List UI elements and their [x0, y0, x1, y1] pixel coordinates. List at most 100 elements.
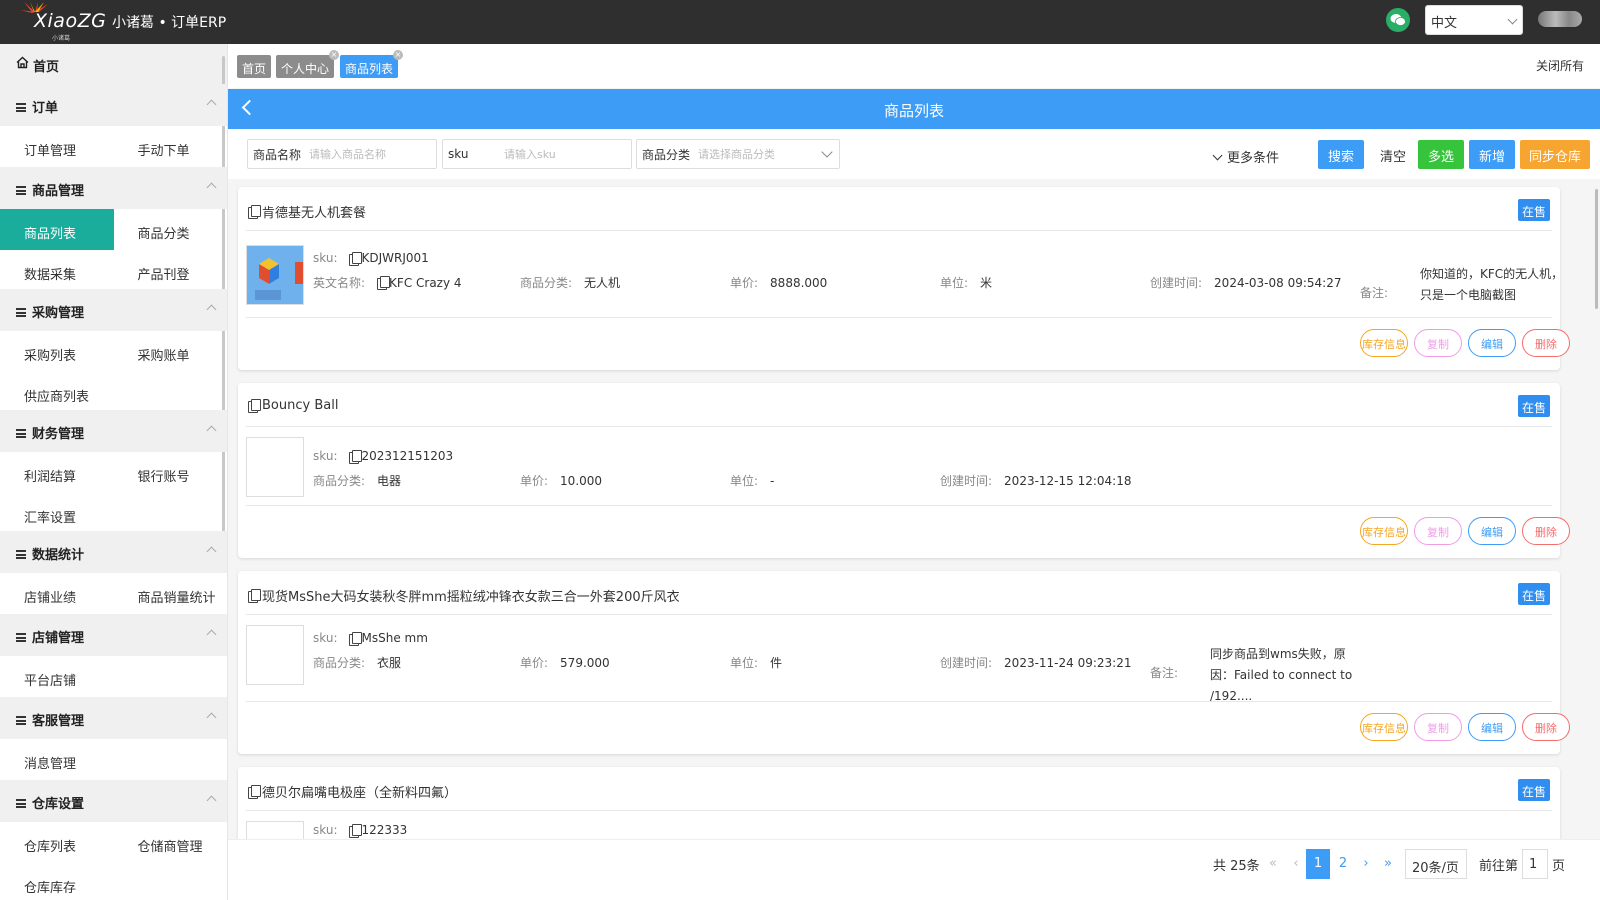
last-page-icon[interactable]: »: [1377, 849, 1399, 879]
close-icon[interactable]: ×: [393, 50, 404, 60]
sidebar-item-profit-settlement[interactable]: 利润结算: [0, 452, 114, 493]
tab-home[interactable]: 首页: [237, 55, 272, 78]
sku-field[interactable]: sku 请输入sku: [442, 139, 632, 169]
sidebar-group-orders[interactable]: 订单: [0, 84, 227, 126]
sidebar-group-products[interactable]: 商品管理: [0, 167, 227, 209]
sidebar-item-warehouse-inventory[interactable]: 仓库库存: [0, 863, 114, 900]
copy-icon[interactable]: [248, 205, 261, 219]
stock-info-button[interactable]: 库存信息: [1360, 713, 1408, 741]
sidebar-item-data-collection[interactable]: 数据采集: [0, 250, 114, 291]
chevron-up-icon: [206, 712, 217, 723]
product-name: Bouncy Ball: [262, 398, 339, 413]
product-image[interactable]: [246, 625, 304, 685]
first-page-icon[interactable]: «: [1262, 849, 1284, 879]
created-label: 创建时间:: [1150, 276, 1203, 290]
sidebar-group-customer-service[interactable]: 客服管理: [0, 697, 227, 739]
tab-profile[interactable]: 个人中心 ×: [276, 50, 340, 78]
sidebar-item-product-list[interactable]: 商品列表: [0, 209, 114, 250]
product-name-field[interactable]: 商品名称 请输入商品名称: [247, 139, 437, 169]
copy-button[interactable]: 复制: [1414, 329, 1462, 357]
search-button[interactable]: 搜索: [1318, 140, 1364, 169]
sidebar-item-manual-order[interactable]: 手动下单: [114, 126, 228, 167]
sidebar-item-home[interactable]: 首页: [0, 44, 227, 84]
tab-product-list[interactable]: 商品列表 ×: [340, 50, 404, 78]
delete-button[interactable]: 删除: [1522, 329, 1570, 357]
product-image[interactable]: [246, 821, 304, 839]
sidebar-item-product-category[interactable]: 商品分类: [114, 209, 228, 250]
copy-icon[interactable]: [349, 631, 363, 646]
copy-icon[interactable]: [248, 785, 261, 799]
delete-button[interactable]: 删除: [1522, 713, 1570, 741]
sidebar-item-store-performance[interactable]: 店铺业绩: [0, 573, 114, 614]
language-select[interactable]: 中文: [1425, 5, 1523, 35]
page-size-select[interactable]: 20条/页: [1405, 849, 1467, 879]
next-page-icon[interactable]: ›: [1355, 849, 1377, 879]
logo[interactable]: XiaoZG 小诸葛: [14, 0, 114, 44]
goto-page-input[interactable]: 1: [1522, 849, 1548, 879]
list-scrollbar[interactable]: [1595, 189, 1598, 309]
menu-icon: [16, 550, 26, 559]
copy-icon[interactable]: [349, 449, 363, 464]
group-label: 订单: [32, 101, 59, 116]
sidebar-item-purchase-list[interactable]: 采购列表: [0, 331, 114, 372]
sku-value: KDJWRJ001: [361, 251, 429, 265]
add-button[interactable]: 新增: [1469, 140, 1515, 169]
copy-icon[interactable]: [349, 823, 363, 838]
page-2[interactable]: 2: [1332, 849, 1354, 879]
sidebar-item-purchase-bills[interactable]: 采购账单: [114, 331, 228, 372]
multi-select-button[interactable]: 多选: [1418, 140, 1464, 169]
close-icon[interactable]: ×: [329, 50, 340, 60]
menu-icon: [16, 716, 26, 725]
sidebar-group-warehouse[interactable]: 仓库设置: [0, 780, 227, 822]
product-thumbnail: [247, 246, 303, 304]
sidebar-item-product-listing[interactable]: 产品刊登: [114, 250, 228, 291]
unit-label: 单位:: [730, 474, 759, 488]
back-icon[interactable]: [241, 99, 258, 116]
sidebar-item-order-management[interactable]: 订单管理: [0, 126, 114, 167]
sidebar-item-supplier-list[interactable]: 供应商列表: [0, 372, 200, 413]
product-image[interactable]: [246, 245, 304, 305]
clear-button[interactable]: 清空: [1370, 140, 1416, 169]
sidebar-item-exchange-rate[interactable]: 汇率设置: [0, 493, 114, 534]
sku-value: 122333: [361, 823, 408, 837]
menu-icon: [16, 103, 26, 112]
prev-page-icon[interactable]: ‹: [1285, 849, 1307, 879]
copy-icon[interactable]: [377, 276, 391, 290]
copy-button[interactable]: 复制: [1414, 713, 1462, 741]
sidebar-item-bank-account[interactable]: 银行账号: [114, 452, 228, 493]
wechat-icon[interactable]: [1386, 8, 1410, 32]
menu-icon: [16, 799, 26, 808]
sync-warehouse-button[interactable]: 同步仓库: [1520, 140, 1590, 169]
sidebar-item-messages[interactable]: 消息管理: [0, 739, 114, 780]
more-conditions-label: 更多条件: [1227, 151, 1280, 166]
category-select[interactable]: 商品分类 请选择商品分类: [636, 139, 840, 169]
copy-button[interactable]: 复制: [1414, 517, 1462, 545]
unit-value: -: [770, 473, 775, 488]
edit-button[interactable]: 编辑: [1468, 713, 1516, 741]
sidebar-item-warehouse-providers[interactable]: 仓储商管理: [114, 822, 228, 863]
stock-info-button[interactable]: 库存信息: [1360, 329, 1408, 357]
delete-button[interactable]: 删除: [1522, 517, 1570, 545]
chevron-up-icon: [206, 99, 217, 110]
edit-button[interactable]: 编辑: [1468, 517, 1516, 545]
sidebar-group-statistics[interactable]: 数据统计: [0, 531, 227, 573]
copy-icon[interactable]: [248, 589, 261, 603]
sidebar-home-label: 首页: [33, 60, 60, 75]
copy-icon[interactable]: [248, 399, 261, 413]
sidebar-item-sales-statistics[interactable]: 商品销量统计: [114, 573, 228, 614]
stock-info-button[interactable]: 库存信息: [1360, 517, 1408, 545]
product-image[interactable]: [246, 437, 304, 497]
page-1[interactable]: 1: [1306, 849, 1330, 879]
more-conditions-toggle[interactable]: 更多条件: [1212, 147, 1280, 166]
sidebar-item-platform-stores[interactable]: 平台店铺: [0, 656, 114, 697]
sidebar-group-finance[interactable]: 财务管理: [0, 410, 227, 452]
chevron-up-icon: [206, 795, 217, 806]
close-all-button[interactable]: 关闭所有: [1536, 57, 1584, 74]
sidebar: 首页 订单 订单管理 手动下单 商品管理 商品列表 商品分类 数据采集 产品刊登…: [0, 44, 228, 900]
sidebar-group-stores[interactable]: 店铺管理: [0, 614, 227, 656]
avatar[interactable]: [1538, 11, 1582, 27]
sidebar-group-purchasing[interactable]: 采购管理: [0, 289, 227, 331]
sidebar-item-warehouse-list[interactable]: 仓库列表: [0, 822, 114, 863]
edit-button[interactable]: 编辑: [1468, 329, 1516, 357]
copy-icon[interactable]: [349, 251, 363, 266]
